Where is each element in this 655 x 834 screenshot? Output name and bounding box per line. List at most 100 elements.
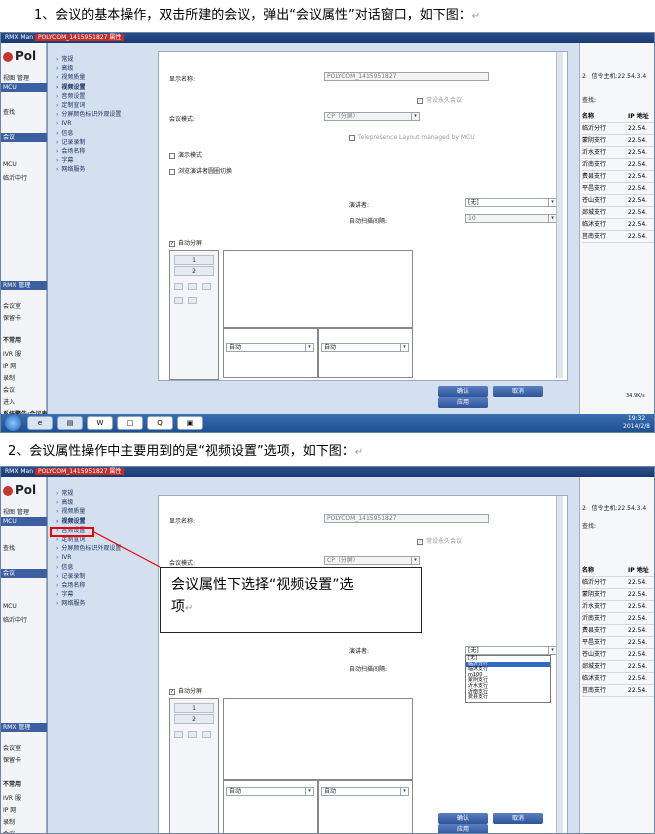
menu-info[interactable]: › 信息 — [56, 563, 121, 572]
menu-network[interactable]: › 网络服务 — [56, 165, 121, 174]
cancel-button[interactable]: 取消 — [493, 386, 543, 397]
layout-icon-a[interactable] — [174, 283, 183, 290]
cancel-button[interactable]: 取消 — [493, 813, 543, 824]
ivr-item-2[interactable]: IVR 服 — [3, 793, 21, 802]
cell-left-select-2[interactable]: 自动 ▾ — [226, 787, 314, 796]
table-row[interactable]: 沂南支行 22.54. — [582, 613, 654, 625]
ok-button[interactable]: 确认 — [438, 813, 488, 824]
menu-audio-settings[interactable]: › 音频设置 — [56, 92, 121, 101]
menu-general[interactable]: › 常规 — [56, 489, 121, 498]
table-row[interactable]: 费县支行 22.54. — [582, 625, 654, 637]
table-row[interactable]: 苍山支行 22.54. — [582, 649, 654, 661]
menu-ivr[interactable]: › IVR — [56, 553, 121, 562]
display-name-field-2[interactable]: POLYCOM_1415951827 — [324, 514, 489, 523]
menu-recording[interactable]: › 记录录制 — [56, 572, 121, 581]
view-menu-2[interactable]: 视图 管理 — [3, 507, 29, 516]
table-row[interactable]: 蒙阴支行 22.54. — [582, 589, 654, 601]
menu-network[interactable]: › 网络服务 — [56, 599, 121, 608]
speaker-select[interactable]: [无] ▾ — [465, 198, 557, 207]
ivr-item[interactable]: IVR 服 — [3, 349, 21, 358]
menu-ivr[interactable]: › IVR — [56, 119, 121, 128]
dialog-icon[interactable]: □ — [117, 416, 143, 430]
media-icon[interactable]: ▣ — [177, 416, 203, 430]
menu-video-quality[interactable]: › 视频质量 — [56, 507, 121, 516]
table-row[interactable]: 平邑支行 22.54. — [582, 183, 654, 195]
reserve-card-item[interactable]: 保留卡 — [3, 313, 21, 322]
table-row[interactable]: 郯城支行 22.54. — [582, 207, 654, 219]
conf-mode-select[interactable]: CP（分屏） ▾ — [324, 112, 420, 121]
auto-layout-checkbox-2[interactable]: ✓ 自动分屏 — [169, 686, 202, 695]
speaker-dropdown-list[interactable]: [无] 临沂分行 临沭支行 m100 蒙阴支行 沂水支行 沂南支行 费县支行 — [465, 655, 551, 703]
table-row[interactable]: 莒南支行 22.54. — [582, 231, 654, 243]
linyi-item-2[interactable]: 临沂中行 — [3, 615, 27, 624]
table-row[interactable]: 临沂分行 22.54. — [582, 577, 654, 589]
layout-icon-a[interactable] — [174, 731, 183, 738]
layout-tab-1[interactable]: 1 — [174, 703, 214, 713]
table-row[interactable]: 沂水支行 22.54. — [582, 147, 654, 159]
start-button[interactable] — [5, 415, 21, 431]
menu-custom-prompt[interactable]: › 定制宣词 — [56, 101, 121, 110]
browse-checkbox[interactable]: 浏览演讲者圆圈切换 — [169, 166, 232, 175]
table-row[interactable]: 沂南支行 22.54. — [582, 159, 654, 171]
table-row[interactable]: 沂水支行 22.54. — [582, 601, 654, 613]
layout-tab-2[interactable]: 2 — [174, 266, 214, 276]
menu-advanced[interactable]: › 高级 — [56, 64, 121, 73]
menu-info[interactable]: › 信息 — [56, 129, 121, 138]
conf-mode-select-2[interactable]: CP（分屏） ▾ — [324, 556, 420, 565]
table-row[interactable]: 蒙阴支行 22.54. — [582, 135, 654, 147]
panel-scrollbar-2[interactable] — [556, 496, 563, 833]
cell-right-select-2[interactable]: 自动 ▾ — [321, 787, 409, 796]
layout-icon-c[interactable] — [202, 283, 211, 290]
layout-icon-d[interactable] — [174, 297, 183, 304]
apply-button[interactable]: 应用 — [438, 397, 488, 408]
record-item[interactable]: 录制 — [3, 373, 15, 382]
layout-icon-e[interactable] — [188, 297, 197, 304]
dropdown-option[interactable]: 费县支行 — [466, 695, 550, 701]
linyi-item[interactable]: 临沂中行 — [3, 173, 27, 182]
permanent-checkbox[interactable]: ✓ 常设永久会议 — [417, 95, 462, 104]
layout-icon-c[interactable] — [202, 731, 211, 738]
table-row[interactable]: 费县支行 22.54. — [582, 171, 654, 183]
meeting-room-item-2[interactable]: 会议室 — [3, 743, 21, 752]
app-icon[interactable]: W — [87, 416, 113, 430]
menu-site-name[interactable]: › 会场名称 — [56, 581, 121, 590]
layout-icon-b[interactable] — [188, 283, 197, 290]
menu-video-quality[interactable]: › 视频质量 — [56, 73, 121, 82]
layout-tab-2[interactable]: 2 — [174, 714, 214, 724]
menu-layout-color[interactable]: › 分屏颜色标识外观设置 — [56, 110, 121, 119]
folder-icon[interactable]: ▤ — [57, 416, 83, 430]
permanent-checkbox-2[interactable]: ✓ 常设永久会议 — [417, 536, 462, 545]
table-row[interactable]: 临沭支行 22.54. — [582, 219, 654, 231]
presentation-checkbox[interactable]: 演示模式 — [169, 150, 202, 159]
reserve-card-item-2[interactable]: 保留卡 — [3, 755, 21, 764]
table-row[interactable]: 临沂分行 22.54. — [582, 123, 654, 135]
menu-video-settings[interactable]: › 视频设置 — [56, 517, 121, 526]
menu-subtitle[interactable]: › 字幕 — [56, 590, 121, 599]
cell-left-select[interactable]: 自动 ▾ — [226, 343, 314, 352]
conference-item[interactable]: 会议 — [3, 385, 15, 394]
table-row[interactable]: 平邑支行 22.54. — [582, 637, 654, 649]
speaker-select-2[interactable]: [无] ▾ — [465, 646, 557, 655]
menu-site-name[interactable]: › 会场名称 — [56, 147, 121, 156]
ok-button[interactable]: 确认 — [438, 386, 488, 397]
auto-layout-checkbox[interactable]: ✓ 自动分屏 — [169, 238, 202, 247]
ip-item-2[interactable]: IP 网 — [3, 805, 16, 814]
meeting-room-item[interactable]: 会议室 — [3, 301, 21, 310]
table-row[interactable]: 临沭支行 22.54. — [582, 673, 654, 685]
panel-scrollbar[interactable] — [556, 52, 563, 378]
layout-icon-b[interactable] — [188, 731, 197, 738]
view-menu[interactable]: 视图 管理 — [3, 73, 29, 82]
apply-button[interactable]: 应用 — [438, 824, 488, 833]
conference-item-2[interactable]: 会议 — [3, 829, 15, 833]
menu-advanced[interactable]: › 高级 — [56, 498, 121, 507]
menu-recording[interactable]: › 记录录制 — [56, 138, 121, 147]
display-name-field[interactable]: POLYCOM_1415951827 — [324, 72, 489, 81]
layout-tab-1[interactable]: 1 — [174, 255, 214, 265]
menu-layout-color[interactable]: › 分屏颜色标识外观设置 — [56, 544, 121, 553]
table-row[interactable]: 莒南支行 22.54. — [582, 685, 654, 697]
menu-video-settings[interactable]: › 视频设置 — [56, 83, 121, 92]
search-app-icon[interactable]: Q — [147, 416, 173, 430]
table-row[interactable]: 郯城支行 22.54. — [582, 661, 654, 673]
menu-general[interactable]: › 常规 — [56, 55, 121, 64]
cell-right-select[interactable]: 自动 ▾ — [321, 343, 409, 352]
